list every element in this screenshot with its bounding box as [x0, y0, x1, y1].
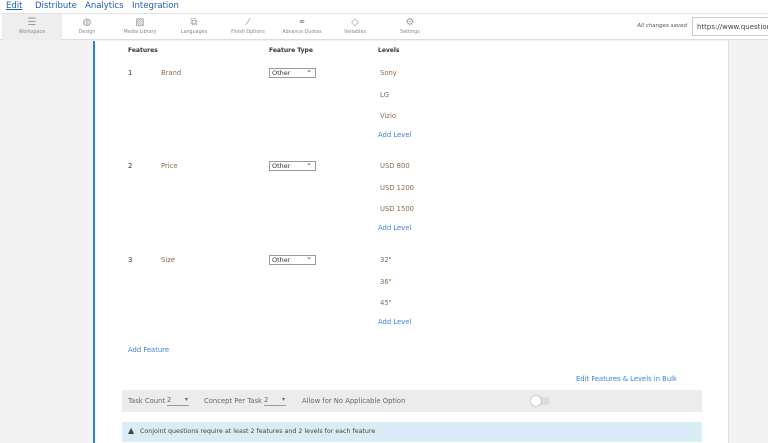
tool-advance-quotas[interactable]: ⚭ Advance Quotas [272, 14, 332, 40]
concept-per-task-select[interactable]: 2 [264, 396, 286, 406]
palette-icon: ◍ [82, 17, 92, 28]
add-level-link[interactable]: Add Level [378, 131, 411, 139]
alert-text: Conjoint questions require at least 2 fe… [140, 428, 376, 435]
left-gutter [0, 41, 93, 443]
header-features: Features [128, 47, 158, 54]
list-icon: ☰ [27, 17, 37, 28]
add-level-link[interactable]: Add Level [378, 318, 411, 326]
tool-finish-options[interactable]: ⁄ Finish Options [218, 14, 278, 40]
tool-label: Media Library [123, 30, 157, 35]
link-icon: ⚭ [297, 17, 307, 28]
tool-settings[interactable]: ⚙ Settings [380, 14, 440, 40]
feature-type-select[interactable]: Other [269, 66, 316, 78]
level-item[interactable]: LG [380, 91, 389, 99]
tool-label: Advance Quotas [282, 30, 322, 35]
tool-label: Settings [400, 30, 420, 35]
save-status: All changes saved [637, 23, 687, 29]
tool-label: Workspace [18, 30, 46, 35]
bulk-edit-link[interactable]: Edit Features & Levels in Bulk [576, 375, 677, 383]
feature-number: 3 [128, 256, 133, 264]
menu-bar: Edit Distribute Analytics Integration [0, 0, 768, 14]
task-count-label: Task Count [128, 397, 166, 405]
tool-label: Design [78, 30, 96, 35]
translate-icon: ⧉ [190, 17, 198, 28]
toolbar: ☰ Workspace ◍ Design ▨ Media Library ⧉ Langu… [0, 14, 768, 40]
menu-distribute[interactable]: Distribute [35, 1, 77, 11]
menu-integration[interactable]: Integration [132, 1, 179, 11]
tool-variables[interactable]: ◇ Variables [325, 14, 385, 40]
level-item[interactable]: USD 1500 [380, 205, 414, 213]
level-item[interactable]: 32" [380, 256, 392, 264]
level-item[interactable]: 45" [380, 299, 392, 307]
add-level-link[interactable]: Add Level [378, 224, 411, 232]
header-feature-type: Feature Type [269, 47, 313, 54]
magic-wand-icon: ⁄ [247, 17, 249, 28]
level-item[interactable]: 36" [380, 278, 392, 286]
header-levels: Levels [378, 47, 400, 54]
survey-url-field[interactable]: https://www.questionpro [692, 17, 768, 36]
tool-workspace[interactable]: ☰ Workspace [2, 14, 62, 40]
level-item[interactable]: USD 800 [380, 162, 410, 170]
tool-media-library[interactable]: ▨ Media Library [110, 14, 170, 40]
task-options-bar: Task Count 2 Concept Per Task 2 Allow fo… [122, 390, 702, 412]
level-item[interactable]: Vizio [380, 112, 396, 120]
tool-label: Languages [180, 30, 208, 35]
allow-na-toggle[interactable] [531, 396, 550, 406]
validation-alert: ▲ Conjoint questions require at least 2 … [122, 422, 702, 442]
allow-na-label: Allow for No Applicable Option [302, 397, 406, 405]
feature-type-select[interactable]: Other [269, 253, 316, 265]
warning-icon: ▲ [128, 426, 135, 435]
feature-number: 1 [128, 69, 133, 77]
level-item[interactable]: USD 1200 [380, 184, 414, 192]
tool-label: Variables [344, 30, 366, 35]
add-feature-link[interactable]: Add Feature [128, 346, 169, 354]
feature-type-select[interactable]: Other [269, 159, 316, 171]
tool-languages[interactable]: ⧉ Languages [164, 14, 224, 40]
feature-name[interactable]: Size [161, 256, 175, 264]
level-item[interactable]: Sony [380, 69, 397, 77]
tool-label: Finish Options [231, 30, 265, 35]
menu-analytics[interactable]: Analytics [85, 1, 124, 11]
tool-design[interactable]: ◍ Design [57, 14, 117, 40]
tag-icon: ◇ [351, 17, 359, 28]
task-count-select[interactable]: 2 [167, 396, 189, 406]
menu-edit[interactable]: Edit [6, 1, 22, 11]
right-gutter [728, 41, 768, 443]
feature-name[interactable]: Price [161, 162, 178, 170]
feature-number: 2 [128, 162, 133, 170]
concept-per-task-label: Concept Per Task [204, 397, 262, 405]
gear-icon: ⚙ [405, 17, 415, 28]
image-icon: ▨ [135, 17, 145, 28]
feature-name[interactable]: Brand [161, 69, 181, 77]
